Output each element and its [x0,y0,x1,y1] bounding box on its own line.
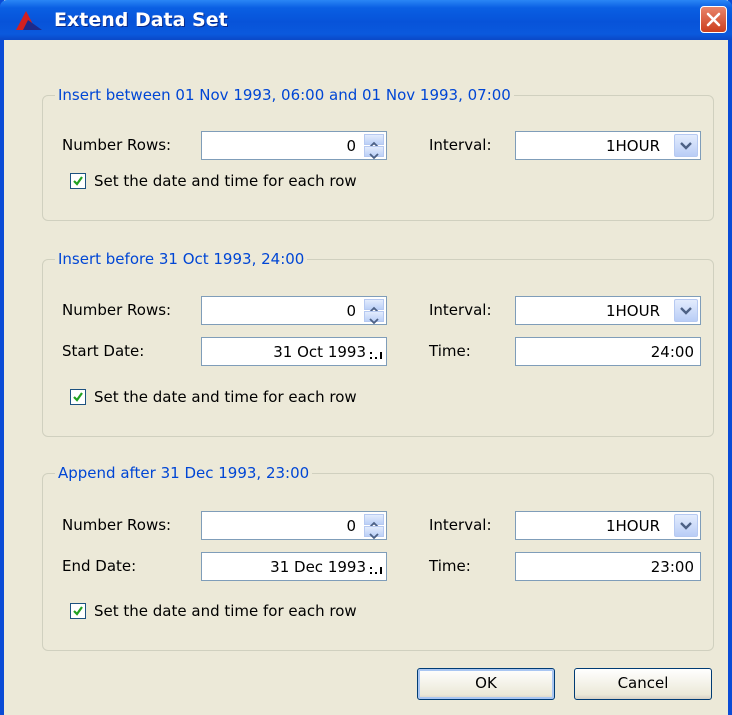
number-rows-spinner[interactable]: 0 [201,511,387,540]
date-picker-icon[interactable] [369,346,383,360]
interval-value: 1HOUR [605,517,660,535]
group-title: Append after 31 Dec 1993, 23:00 [55,463,313,483]
title-bar[interactable]: Extend Data Set [0,0,732,40]
end-date-label: End Date: [62,557,137,575]
interval-dropdown[interactable]: 1HOUR [515,296,701,325]
checkmark-icon [73,392,83,402]
chevron-down-icon[interactable] [674,299,698,322]
number-rows-spinner[interactable]: 0 [201,131,387,160]
interval-value: 1HOUR [605,137,660,155]
number-rows-label: Number Rows: [62,301,172,319]
start-date-field[interactable]: 31 Oct 1993 [201,337,387,366]
interval-dropdown[interactable]: 1HOUR [515,131,701,160]
interval-label: Interval: [429,516,492,534]
spinner-arrows-icon[interactable] [364,514,384,540]
ok-button[interactable]: OK [417,668,555,700]
set-date-time-checkbox[interactable] [70,389,86,405]
end-date-value: 31 Dec 1993 [270,558,366,576]
group-title: Insert between 01 Nov 1993, 06:00 and 01… [55,85,514,105]
insert-before-group: Insert before 31 Oct 1993, 24:00 Number … [42,249,714,437]
time-field[interactable]: 24:00 [515,337,701,366]
chevron-down-icon[interactable] [674,514,698,537]
spinner-arrows-icon[interactable] [364,134,384,160]
append-after-group: Append after 31 Dec 1993, 23:00 Number R… [42,463,714,651]
close-icon [706,12,721,27]
cancel-button[interactable]: Cancel [574,668,712,700]
set-date-time-checkbox[interactable] [70,173,86,189]
checkbox-label: Set the date and time for each row [94,602,357,620]
time-label: Time: [429,342,471,360]
extend-data-set-dialog: Extend Data Set Insert between 01 Nov 19… [0,0,732,715]
interval-label: Interval: [429,136,492,154]
interval-label: Interval: [429,301,492,319]
time-field[interactable]: 23:00 [515,552,701,581]
checkmark-icon [73,606,83,616]
time-label: Time: [429,557,471,575]
checkmark-icon [73,176,83,186]
number-rows-label: Number Rows: [62,136,172,154]
set-date-time-checkbox[interactable] [70,603,86,619]
interval-dropdown[interactable]: 1HOUR [515,511,701,540]
number-rows-value: 0 [346,517,356,535]
insert-between-group: Insert between 01 Nov 1993, 06:00 and 01… [42,85,714,221]
app-logo-icon [16,11,42,30]
chevron-down-icon[interactable] [674,134,698,157]
group-title: Insert before 31 Oct 1993, 24:00 [55,249,308,269]
number-rows-label: Number Rows: [62,516,172,534]
time-value: 23:00 [650,558,694,576]
close-button[interactable] [700,6,727,33]
interval-value: 1HOUR [605,302,660,320]
window-title: Extend Data Set [54,9,228,31]
spinner-arrows-icon[interactable] [364,299,384,325]
date-picker-icon[interactable] [369,561,383,575]
time-value: 24:00 [650,343,694,361]
number-rows-spinner[interactable]: 0 [201,296,387,325]
start-date-value: 31 Oct 1993 [273,343,366,361]
checkbox-label: Set the date and time for each row [94,388,357,406]
end-date-field[interactable]: 31 Dec 1993 [201,552,387,581]
number-rows-value: 0 [346,137,356,155]
checkbox-label: Set the date and time for each row [94,172,357,190]
start-date-label: Start Date: [62,342,145,360]
number-rows-value: 0 [346,302,356,320]
